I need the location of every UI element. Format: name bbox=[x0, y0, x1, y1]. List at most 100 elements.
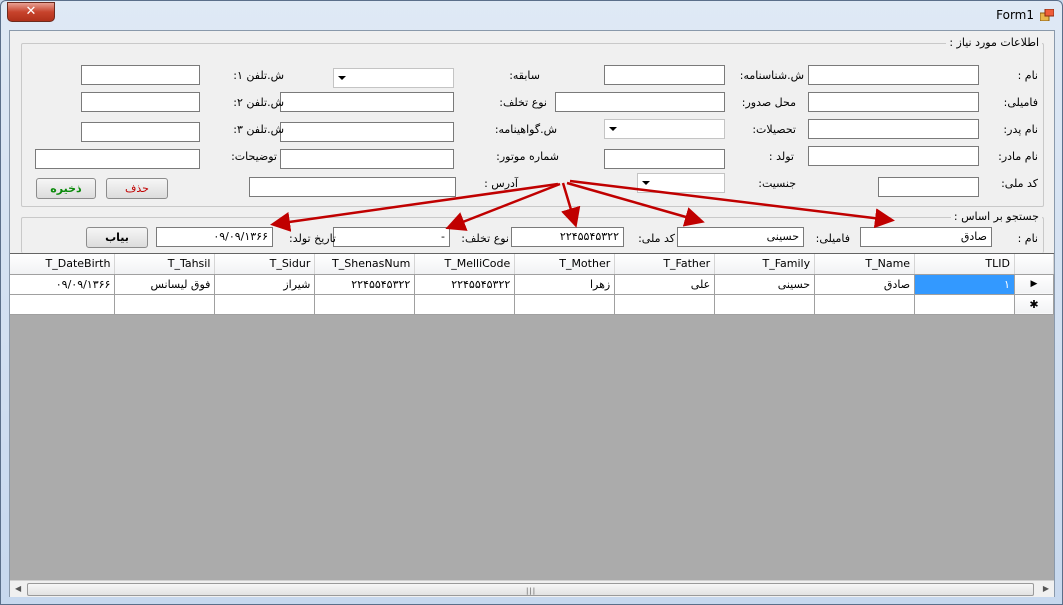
cell-mellicode[interactable]: ۲۲۴۵۵۴۵۳۲۲ bbox=[414, 274, 516, 295]
mellicode-label: کد ملی: bbox=[1001, 177, 1038, 190]
shenas-label: ش.شناسنامه: bbox=[739, 69, 804, 82]
tel2-field[interactable] bbox=[81, 92, 200, 112]
column-header[interactable]: T_Sidur bbox=[214, 254, 316, 275]
gender-combobox[interactable] bbox=[637, 173, 725, 193]
column-header[interactable]: T_DateBirth bbox=[10, 254, 116, 275]
mellicode-field[interactable] bbox=[878, 177, 979, 197]
address-label: آدرس : bbox=[484, 177, 518, 190]
cell-sidur[interactable]: شیراز bbox=[214, 274, 316, 295]
grip-icon: ||| bbox=[526, 587, 537, 595]
table-row[interactable]: ۰۹/۰۹/۱۳۶۶ فوق لیسانس شیراز ۲۲۴۵۵۴۵۳۲۲ ۲… bbox=[10, 274, 1055, 295]
new-cell[interactable] bbox=[914, 294, 1015, 315]
scroll-left-icon[interactable]: ◀ bbox=[15, 584, 21, 593]
scroll-right-icon[interactable]: ▶ bbox=[1043, 584, 1049, 593]
current-row-icon[interactable]: ▶ bbox=[1014, 274, 1055, 295]
new-cell[interactable] bbox=[714, 294, 816, 315]
title-bar: ✕ Form1 bbox=[1, 1, 1062, 29]
column-header[interactable]: T_Mother bbox=[514, 254, 616, 275]
name-field[interactable] bbox=[808, 65, 979, 85]
motor-label: شماره موتور: bbox=[496, 150, 559, 163]
tahsil-label: تحصیلات: bbox=[752, 123, 796, 136]
desc-field[interactable] bbox=[35, 149, 200, 169]
new-cell[interactable] bbox=[10, 294, 116, 315]
chevron-down-icon bbox=[642, 181, 650, 185]
column-header[interactable]: TLID bbox=[914, 254, 1015, 275]
sidur-label: محل صدور: bbox=[741, 96, 796, 109]
sidur-field[interactable] bbox=[555, 92, 725, 112]
gender-label: جنسیت: bbox=[758, 177, 796, 190]
cell-family[interactable]: حسینی bbox=[714, 274, 816, 295]
cell-datebirth[interactable]: ۰۹/۰۹/۱۳۶۶ bbox=[10, 274, 116, 295]
address-field[interactable] bbox=[249, 177, 456, 197]
form-icon bbox=[1040, 9, 1054, 21]
search-family-label: فامیلی: bbox=[815, 232, 850, 245]
search-family-field[interactable]: حسینی bbox=[677, 227, 804, 247]
new-cell[interactable] bbox=[614, 294, 716, 315]
search-takhalof-field[interactable]: - bbox=[333, 227, 450, 247]
column-header[interactable]: T_Name bbox=[814, 254, 916, 275]
cell-tahsil[interactable]: فوق لیسانس bbox=[114, 274, 216, 295]
corner-header[interactable] bbox=[1014, 254, 1055, 275]
delete-button[interactable]: حذف bbox=[106, 178, 168, 199]
search-birth-field[interactable]: ۰۹/۰۹/۱۳۶۶ bbox=[156, 227, 273, 247]
cell-tlid[interactable]: ۱ bbox=[914, 274, 1015, 295]
new-cell[interactable] bbox=[214, 294, 316, 315]
father-field[interactable] bbox=[808, 119, 979, 139]
govahi-field[interactable] bbox=[280, 122, 454, 142]
column-header[interactable]: T_Family bbox=[714, 254, 816, 275]
scroll-thumb[interactable]: ||| bbox=[27, 583, 1034, 596]
records-datagrid[interactable]: T_DateBirth T_Tahsil T_Sidur T_ShenasNum… bbox=[10, 253, 1055, 597]
close-button[interactable]: ✕ bbox=[7, 2, 55, 22]
tahsil-combobox[interactable] bbox=[604, 119, 725, 139]
column-header[interactable]: T_Tahsil bbox=[114, 254, 216, 275]
search-name-field[interactable]: صادق bbox=[860, 227, 992, 247]
takhalof-label: نوع تخلف: bbox=[499, 96, 547, 109]
form-window: ✕ Form1 اطلاعات مورد نیاز : نام : فامیلی… bbox=[0, 0, 1063, 605]
search-name-label: نام : bbox=[1017, 232, 1038, 245]
form-client-area: اطلاعات مورد نیاز : نام : فامیلی: نام پد… bbox=[9, 30, 1055, 597]
horizontal-scrollbar[interactable]: ◀ ||| ▶ bbox=[10, 580, 1054, 597]
save-button[interactable]: ذخیره bbox=[36, 178, 96, 199]
window-title: Form1 bbox=[996, 8, 1034, 22]
new-cell[interactable] bbox=[814, 294, 916, 315]
new-row[interactable]: ✱ bbox=[10, 294, 1055, 315]
takhalof-field[interactable] bbox=[280, 92, 454, 112]
name-label: نام : bbox=[1017, 69, 1038, 82]
mother-label: نام مادر: bbox=[998, 150, 1038, 163]
chevron-down-icon bbox=[609, 127, 617, 131]
search-mellicode-field[interactable]: ۲۲۴۵۵۴۵۳۲۲ bbox=[511, 227, 624, 247]
search-mellicode-label: کد ملی: bbox=[638, 232, 675, 245]
column-header[interactable]: T_ShenasNum bbox=[314, 254, 416, 275]
cell-name[interactable]: صادق bbox=[814, 274, 916, 295]
cell-shenasnum[interactable]: ۲۲۴۵۵۴۵۳۲۲ bbox=[314, 274, 416, 295]
tel1-label: ش.تلفن ۱: bbox=[233, 69, 284, 82]
tel3-label: ش.تلفن ۳: bbox=[233, 123, 284, 136]
new-cell[interactable] bbox=[514, 294, 616, 315]
govahi-label: ش.گواهینامه: bbox=[494, 123, 557, 136]
find-button[interactable]: بیاب bbox=[86, 227, 148, 248]
sabeghe-combobox[interactable] bbox=[333, 68, 454, 88]
cell-father[interactable]: علی bbox=[614, 274, 716, 295]
desc-label: توضیحات: bbox=[231, 150, 277, 163]
tel1-field[interactable] bbox=[81, 65, 200, 85]
info-group-legend: اطلاعات مورد نیاز : bbox=[946, 36, 1042, 49]
new-row-icon[interactable]: ✱ bbox=[1014, 294, 1055, 315]
records-table: T_DateBirth T_Tahsil T_Sidur T_ShenasNum… bbox=[10, 254, 1055, 315]
cell-mother[interactable]: زهرا bbox=[514, 274, 616, 295]
tel3-field[interactable] bbox=[81, 122, 200, 142]
new-cell[interactable] bbox=[414, 294, 516, 315]
tel2-label: ش.تلفن ۲: bbox=[233, 96, 284, 109]
search-takhalof-label: نوع تخلف: bbox=[461, 232, 509, 245]
new-cell[interactable] bbox=[314, 294, 416, 315]
motor-field[interactable] bbox=[280, 149, 454, 169]
column-header[interactable]: T_Father bbox=[614, 254, 716, 275]
new-cell[interactable] bbox=[114, 294, 216, 315]
father-label: نام پدر: bbox=[1003, 123, 1038, 136]
family-field[interactable] bbox=[808, 92, 979, 112]
sabeghe-label: سابقه: bbox=[509, 69, 540, 82]
shenas-field[interactable] bbox=[604, 65, 725, 85]
search-group-legend: جستجو بر اساس : bbox=[950, 210, 1042, 223]
birth-field[interactable] bbox=[604, 149, 725, 169]
column-header[interactable]: T_MelliCode bbox=[414, 254, 516, 275]
mother-field[interactable] bbox=[808, 146, 979, 166]
